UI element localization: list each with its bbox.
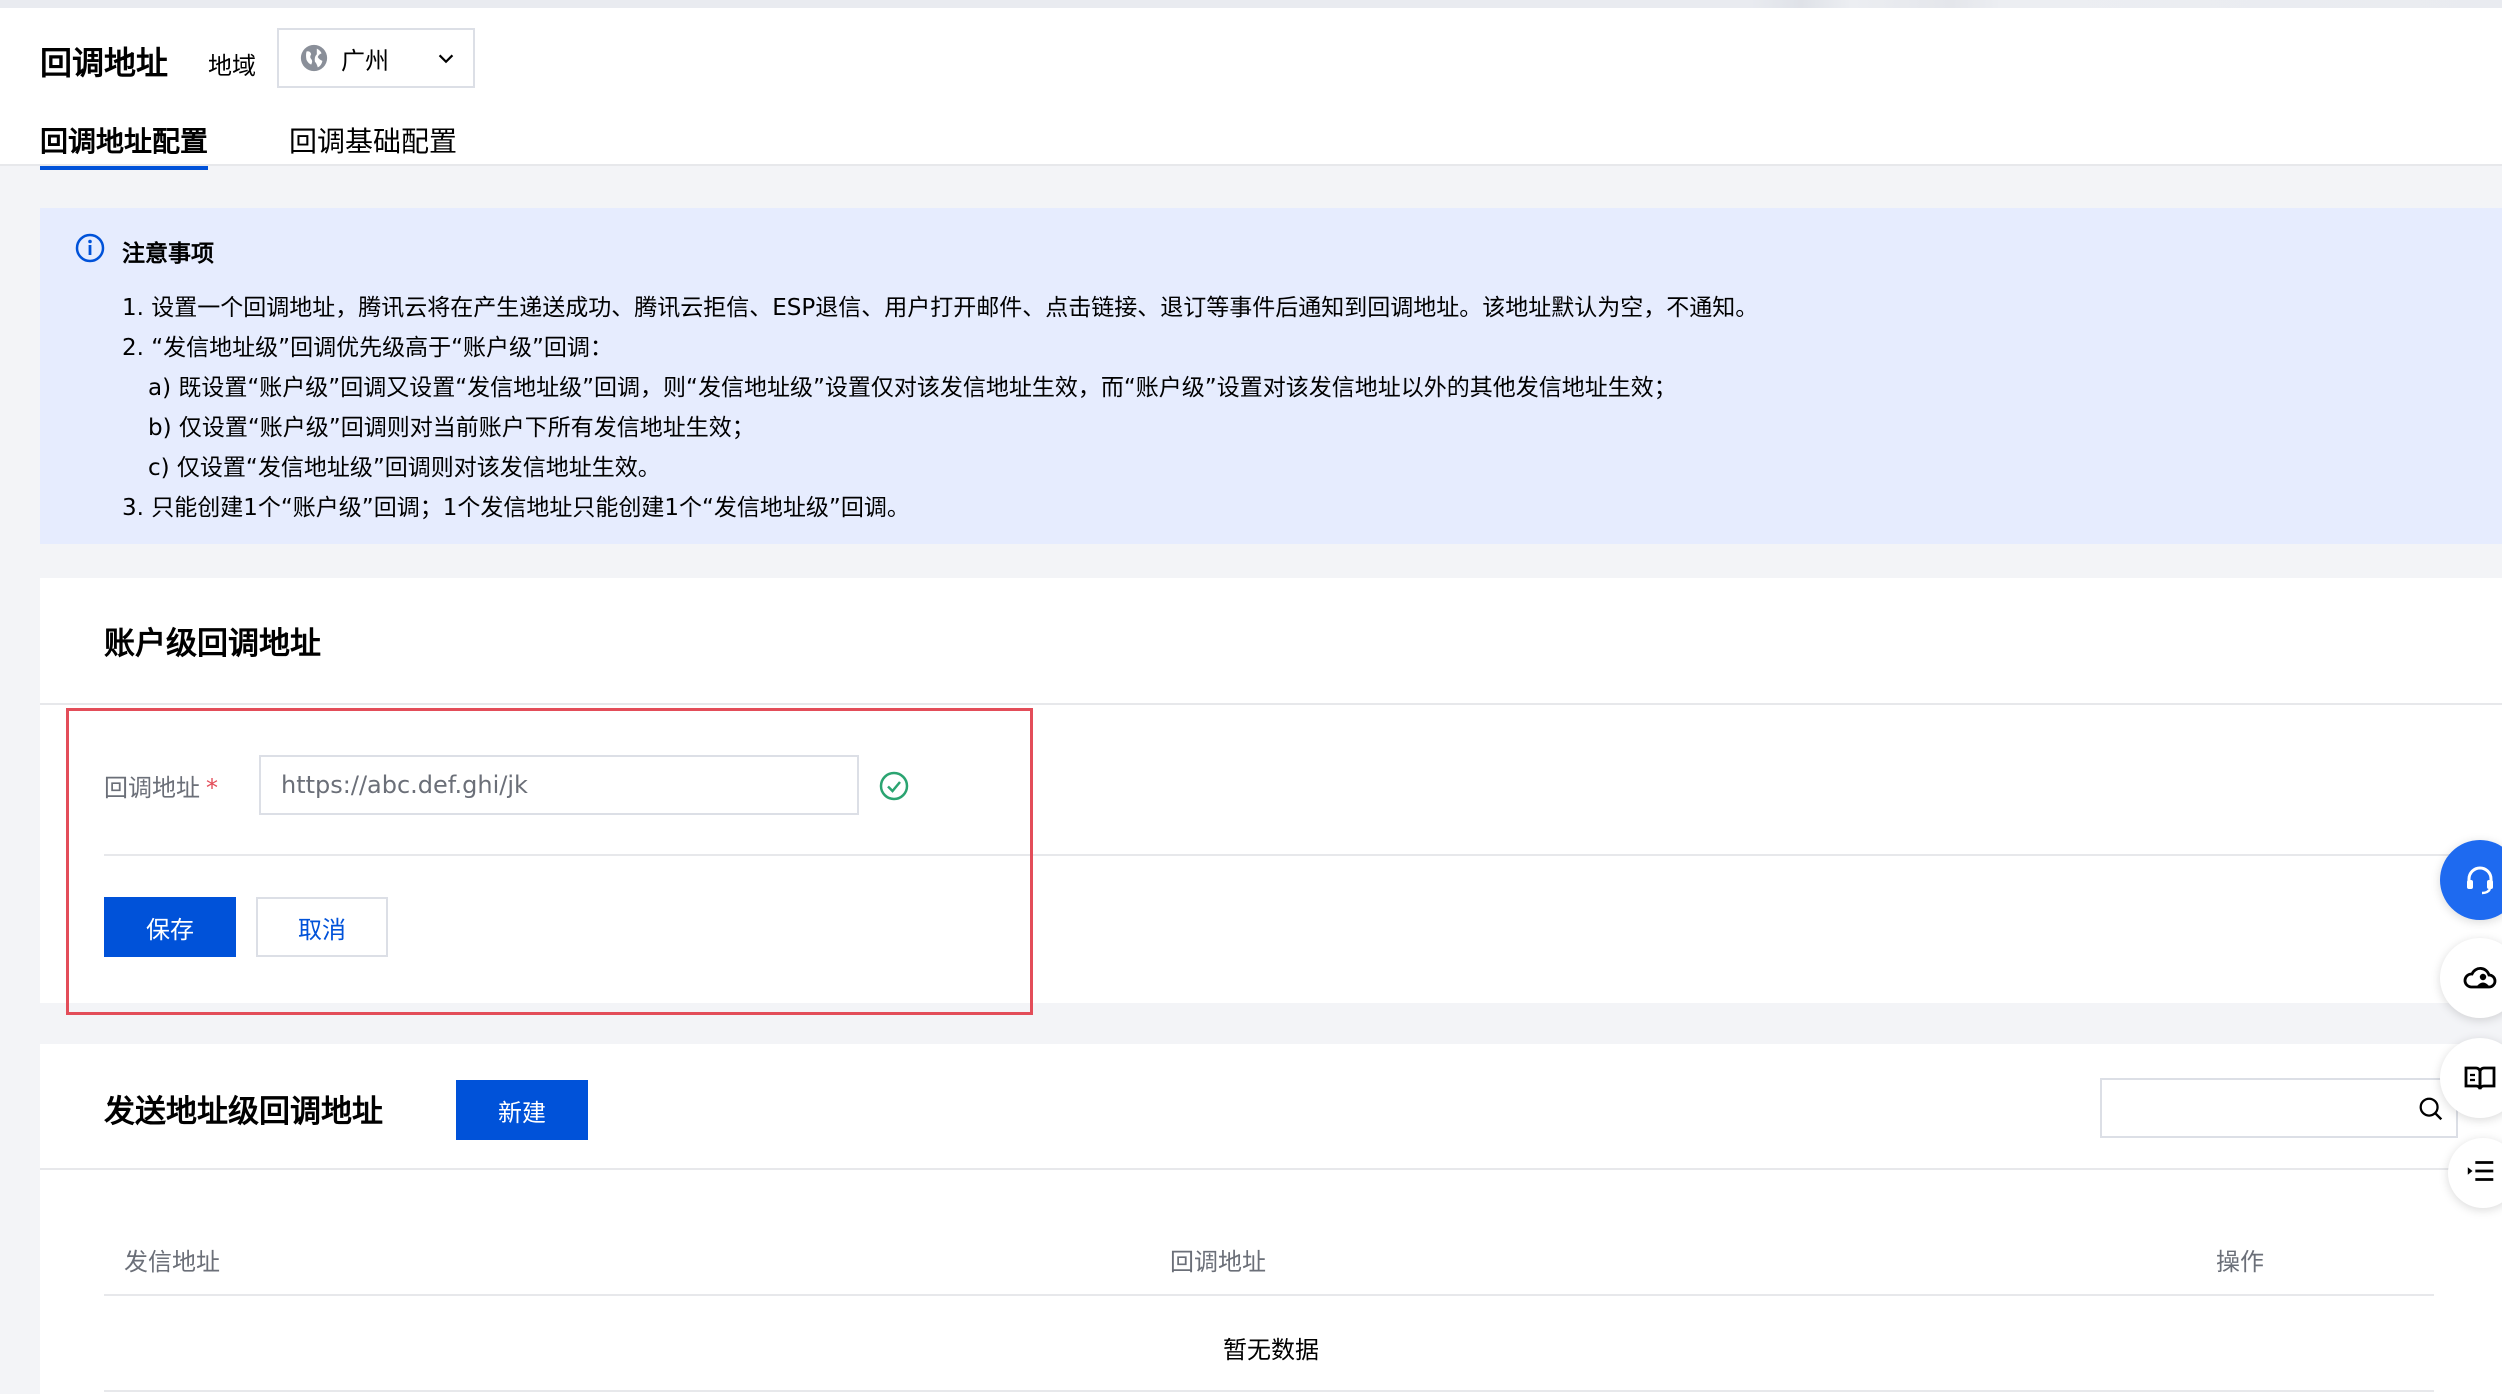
book-icon	[2464, 1066, 2496, 1090]
account-callback-title: 账户级回调地址	[104, 626, 321, 662]
notice-panel: 注意事项 1. 设置一个回调地址，腾讯云将在产生递送成功、腾讯云拒信、ESP退信…	[40, 208, 2502, 544]
chevron-down-icon	[438, 54, 454, 64]
callback-url-label: 回调地址 *	[104, 768, 218, 803]
notice-line: 3. 只能创建1个“账户级”回调；1个发信地址只能创建1个“发信地址级”回调。	[122, 495, 910, 521]
notice-line: a) 既设置“账户级”回调又设置“发信地址级”回调，则“发信地址级”设置仅对该发…	[148, 375, 1677, 401]
globe-icon	[300, 44, 328, 72]
check-circle-icon	[879, 771, 909, 801]
save-button[interactable]: 保存	[104, 897, 236, 957]
search-box	[2100, 1078, 2458, 1138]
tab-callback-address-config[interactable]: 回调地址配置	[40, 120, 209, 170]
table-divider	[104, 1294, 2434, 1296]
divider	[40, 703, 2502, 705]
search-icon[interactable]	[2416, 1094, 2446, 1124]
page-title: 回调地址	[40, 44, 169, 82]
top-strip	[0, 0, 2502, 8]
headset-icon	[2467, 866, 2493, 895]
cloud-user-icon	[2463, 967, 2497, 989]
column-header-callback-url: 回调地址	[1170, 1248, 1266, 1276]
notice-line: b) 仅设置“账户级”回调则对当前账户下所有发信地址生效；	[148, 415, 755, 441]
callback-url-input[interactable]	[259, 755, 859, 815]
tab-callback-basic-config[interactable]: 回调基础配置	[289, 120, 457, 160]
list-icon	[2467, 1161, 2494, 1181]
cancel-button[interactable]: 取消	[256, 897, 388, 957]
account-callback-card: 账户级回调地址 回调地址* 保存 取消	[40, 578, 2502, 1003]
divider	[40, 1168, 2502, 1170]
notice-line: 2. “发信地址级”回调优先级高于“账户级”回调：	[122, 335, 613, 361]
sender-callback-title: 发送地址级回调地址	[104, 1094, 383, 1130]
notice-line: 1. 设置一个回调地址，腾讯云将在产生递送成功、腾讯云拒信、ESP退信、用户打开…	[122, 295, 1759, 321]
empty-state: 暂无数据	[1223, 1336, 1319, 1364]
notice-title: 注意事项	[122, 241, 214, 267]
column-header-sender: 发信地址	[124, 1248, 220, 1276]
table-divider	[104, 1390, 2434, 1392]
divider	[104, 854, 2502, 856]
new-button[interactable]: 新建	[456, 1080, 588, 1140]
page-header: 回调地址 地域 广州 回调地址配置 回调基础配置	[0, 8, 2502, 170]
sender-callback-card: 发送地址级回调地址 新建 发信地址 回调地址 操作 暂无数据	[40, 1044, 2502, 1394]
info-icon	[75, 233, 105, 263]
region-label: 地域	[208, 52, 256, 80]
search-input[interactable]	[2102, 1080, 2402, 1136]
callback-url-label-text: 回调地址	[104, 774, 200, 802]
region-select[interactable]: 广州	[277, 28, 475, 88]
region-value: 广州	[341, 46, 389, 75]
required-mark: *	[206, 774, 218, 802]
notice-line: c) 仅设置“发信地址级”回调则对该发信地址生效。	[148, 455, 661, 481]
column-header-actions: 操作	[2216, 1248, 2264, 1276]
